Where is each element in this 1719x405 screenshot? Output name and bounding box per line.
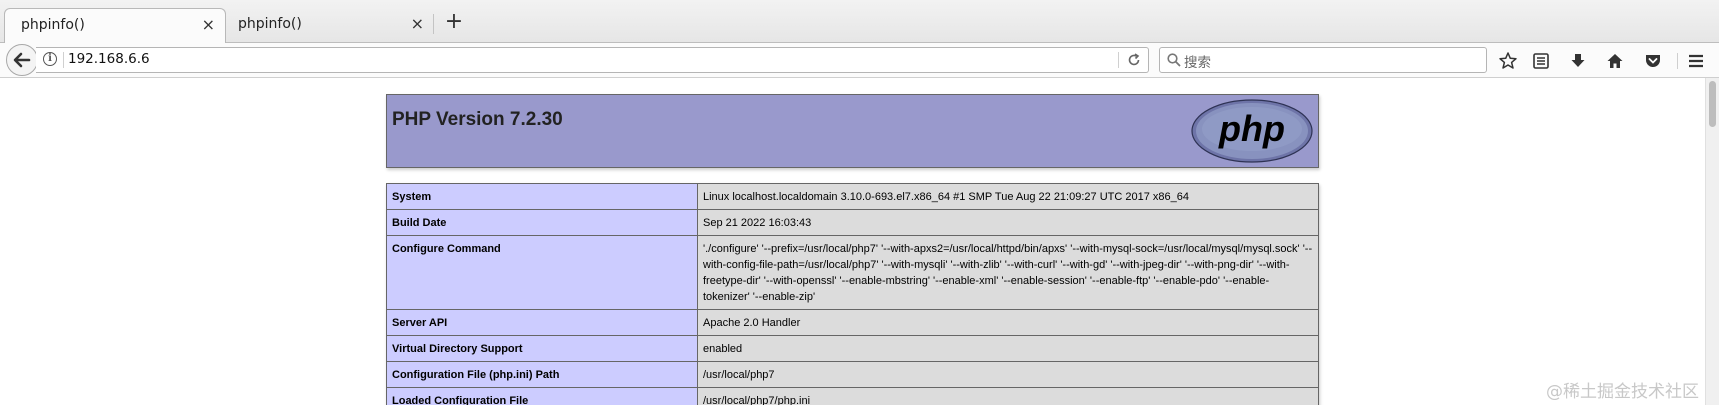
tab-label: phpinfo() [238,16,302,32]
table-row: Virtual Directory Support enabled [386,335,1319,362]
back-arrow-icon [13,52,31,68]
table-row: Loaded Configuration File/usr/local/php7… [386,387,1319,405]
url-divider [1118,52,1119,68]
address-bar[interactable]: i 192.168.6.6 [36,47,1149,73]
site-info-icon[interactable]: i [43,52,57,66]
star-icon[interactable] [1498,51,1518,71]
row-key: Configure Command [386,235,698,310]
url-divider [63,52,64,68]
download-icon[interactable] [1568,51,1588,71]
php-info-table: System Linux localhost.localdomain 3.10.0… [386,183,1319,405]
tab-strip: phpinfo() × phpinfo() × + [0,0,1719,44]
home-icon[interactable] [1605,51,1625,71]
reload-icon[interactable] [1126,52,1142,68]
table-row: Configuration File (php.ini) Path/usr/lo… [386,361,1319,388]
tab-phpinfo-active[interactable]: phpinfo() × [4,8,226,44]
row-value: enabled [697,335,1319,362]
row-value: Apache 2.0 Handler [697,309,1319,336]
page-content: PHP Version 7.2.30 php System Linux local… [0,78,1705,405]
row-key: Loaded Configuration File [386,387,698,405]
row-key: System [386,183,698,210]
back-button[interactable] [6,44,38,76]
row-value: Sep 21 2022 16:03:43 [697,209,1319,236]
vertical-scrollbar[interactable] [1705,78,1719,405]
row-value: /usr/local/php7 [697,361,1319,388]
table-row: System Linux localhost.localdomain 3.10.0… [386,183,1319,210]
tab-phpinfo[interactable]: phpinfo() × [222,8,434,44]
menu-icon[interactable] [1686,51,1706,71]
close-tab-icon[interactable]: × [411,14,424,33]
svg-text:php: php [1218,108,1285,149]
toolbar-divider [1677,53,1678,69]
table-row: Server API Apache 2.0 Handler [386,309,1319,336]
navigation-bar: i 192.168.6.6 搜索 [0,43,1719,78]
scrollbar-thumb[interactable] [1709,81,1716,127]
new-tab-button[interactable]: + [442,8,466,36]
search-placeholder[interactable]: 搜索 [1184,51,1211,71]
reading-list-icon[interactable] [1531,51,1551,71]
row-value: './configure' '--prefix=/usr/local/php7'… [697,235,1319,310]
row-key: Build Date [386,209,698,236]
row-value: Linux localhost.localdomain 3.10.0-693.e… [697,183,1319,210]
row-key: Server API [386,309,698,336]
tab-divider [433,14,434,34]
php-logo-icon: php [1191,99,1313,163]
page-title: PHP Version 7.2.30 [392,109,563,130]
row-key: Configuration File (php.ini) Path [386,361,698,388]
search-icon [1167,53,1181,67]
close-tab-icon[interactable]: × [202,15,215,34]
search-bar[interactable]: 搜索 [1159,47,1487,73]
table-row: Configure Command './configure' '--prefix… [386,235,1319,310]
row-key: Virtual Directory Support [386,335,698,362]
pocket-icon[interactable] [1643,51,1663,71]
php-version-header: PHP Version 7.2.30 php [386,94,1319,168]
row-value: /usr/local/php7/php.ini [697,387,1319,405]
watermark-text: @稀土掘金技术社区 [1546,382,1699,402]
table-row: Build Date Sep 21 2022 16:03:43 [386,209,1319,236]
url-text[interactable]: 192.168.6.6 [68,51,150,67]
tab-label: phpinfo() [21,17,85,33]
